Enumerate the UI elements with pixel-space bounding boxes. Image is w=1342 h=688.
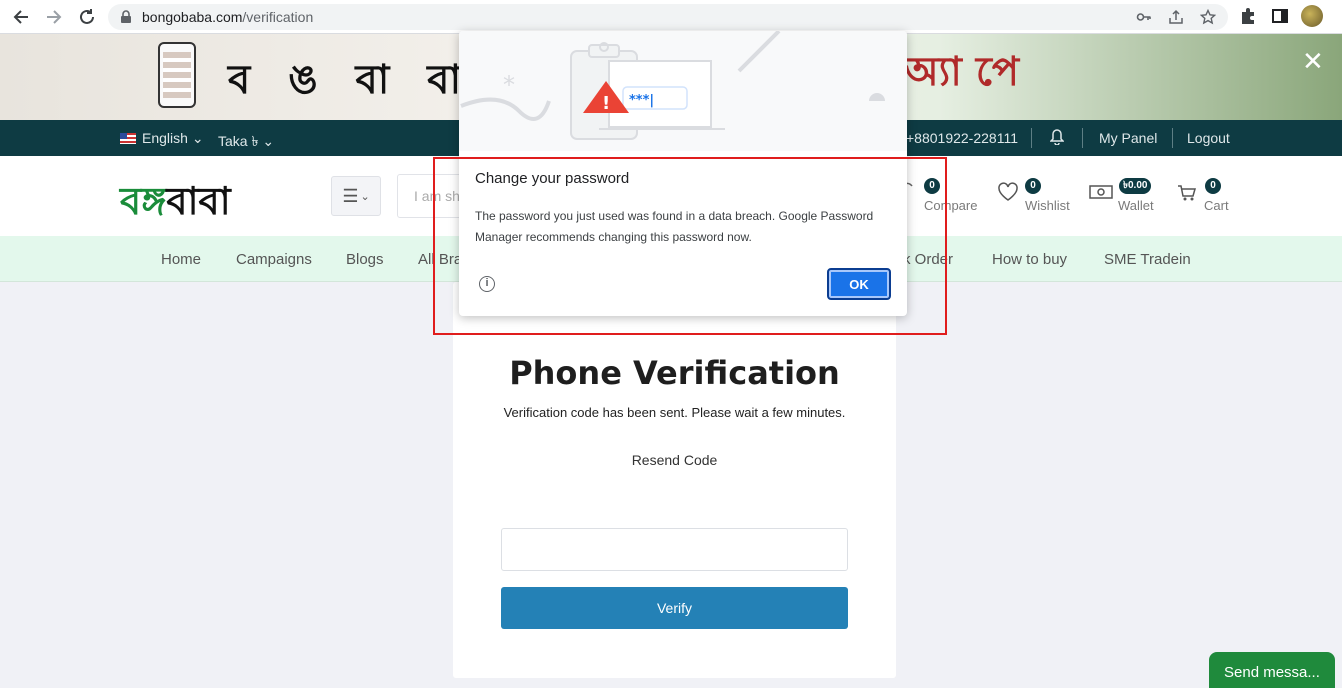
hamburger-icon: ☰	[342, 185, 359, 206]
nav-home[interactable]: Home	[161, 251, 201, 268]
forward-arrow-icon[interactable]	[43, 6, 65, 28]
svg-text:*: *	[503, 71, 515, 99]
site-logo[interactable]: বঙ্গবাবা	[120, 172, 231, 236]
share-icon[interactable]	[1168, 9, 1184, 25]
resend-code-link[interactable]: Resend Code	[453, 452, 896, 468]
divider	[1172, 128, 1173, 148]
bell-icon[interactable]	[1049, 129, 1065, 148]
verification-subtitle: Verification code has been sent. Please …	[503, 405, 846, 420]
nav-campaigns[interactable]: Campaigns	[236, 251, 312, 268]
heart-icon	[998, 182, 1018, 201]
wishlist-badge: 0	[1025, 178, 1041, 194]
lock-icon	[121, 10, 131, 23]
side-panel-icon[interactable]	[1270, 6, 1290, 26]
reload-icon[interactable]	[76, 6, 98, 28]
key-icon[interactable]	[1136, 9, 1152, 25]
bookmark-star-icon[interactable]	[1200, 9, 1216, 25]
language-selector[interactable]: English ⌄	[120, 130, 204, 147]
svg-text:***|: ***|	[629, 93, 654, 108]
currency-selector[interactable]: Taka ৳ ⌄	[218, 130, 274, 154]
nav-sme-tradein[interactable]: SME Tradein	[1104, 251, 1191, 268]
password-illustration: * ! ***|	[459, 31, 907, 151]
nav-blogs[interactable]: Blogs	[346, 251, 384, 268]
logout-link[interactable]: Logout	[1187, 130, 1230, 146]
phone-image	[158, 42, 196, 108]
svg-text:!: !	[602, 93, 610, 114]
banner-text-left: ব ঙ বা বা	[228, 56, 474, 103]
back-arrow-icon[interactable]	[10, 6, 32, 28]
chevron-down-icon: ⌄	[262, 133, 275, 149]
chat-button[interactable]: Send messa...	[1209, 652, 1335, 688]
banner-text-right: অ্যাপে	[904, 48, 1034, 95]
chevron-down-icon: ⌄	[191, 130, 204, 146]
divider	[1082, 128, 1083, 148]
browser-toolbar: bongobaba.com/verification	[0, 0, 1342, 34]
url-text: bongobaba.com/verification	[142, 9, 314, 25]
us-flag-icon	[120, 133, 136, 144]
divider	[1031, 128, 1032, 148]
nav-how-to-buy[interactable]: How to buy	[992, 251, 1067, 268]
verify-button[interactable]: Verify	[501, 587, 848, 629]
category-menu-button[interactable]: ☰ ⌄	[331, 176, 381, 216]
cart-badge: 0	[1205, 178, 1221, 194]
money-icon	[1089, 185, 1113, 199]
close-icon[interactable]: ✕	[1302, 46, 1324, 77]
address-bar[interactable]: bongobaba.com/verification	[108, 4, 1228, 30]
phone-number: +8801922-228111	[906, 130, 1018, 146]
page-title: Phone Verification	[509, 354, 840, 392]
extensions-puzzle-icon[interactable]	[1238, 6, 1258, 26]
verification-card: Phone Verification Verification code has…	[453, 282, 896, 678]
verification-code-input[interactable]	[501, 528, 848, 571]
profile-avatar[interactable]	[1301, 5, 1323, 27]
highlight-box	[433, 157, 947, 335]
wallet-badge: ৳0.00	[1119, 178, 1152, 194]
my-panel-link[interactable]: My Panel	[1099, 130, 1157, 146]
chevron-down-icon: ⌄	[360, 190, 370, 203]
cart-icon	[1178, 185, 1196, 201]
